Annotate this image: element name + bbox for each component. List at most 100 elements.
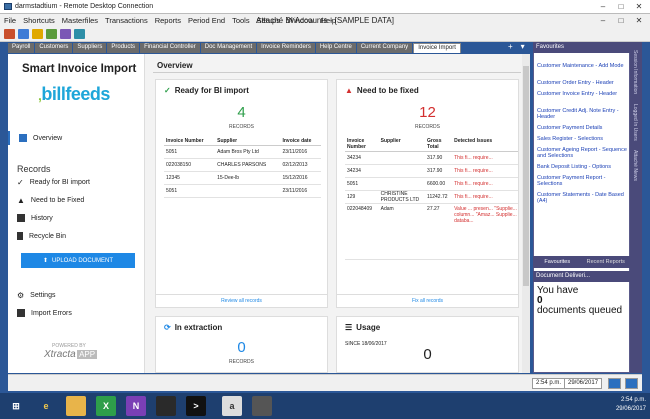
upload-document-button[interactable]: ⬆ UPLOAD DOCUMENT <box>21 253 135 268</box>
app-minimize-button[interactable]: – <box>594 15 612 26</box>
column-header: Supplier <box>378 137 426 152</box>
favourite-item[interactable]: Customer Order Entry - Header <box>537 80 629 86</box>
menu-file[interactable]: File <box>4 16 16 25</box>
menu-help[interactable]: Help <box>321 16 336 25</box>
rdp-close-button[interactable]: ✕ <box>630 1 648 12</box>
tab-help-centre[interactable]: Help Centre <box>315 43 356 53</box>
tab-favourites[interactable]: Favourites <box>533 256 582 268</box>
table-row[interactable]: 34234 317.90 This fi... require... <box>345 164 518 178</box>
fix-all-link[interactable]: Fix all records <box>337 294 518 307</box>
app-icon-6[interactable] <box>156 396 176 416</box>
table-row[interactable]: 022048409 Adam 27.27 Value ... presen... "S… <box>345 203 518 260</box>
logged-in-users-tab[interactable]: Logged In Users <box>632 104 638 141</box>
menu-tools[interactable]: Tools <box>232 16 250 25</box>
table-cell: 022038150 <box>164 158 216 172</box>
rdp-minimize-button[interactable]: – <box>594 1 612 12</box>
attache-icon[interactable]: a <box>222 396 242 416</box>
toolbar-icon-2[interactable] <box>18 29 29 39</box>
table-row[interactable]: 022038150 CHARLES PARSONS 02/12/2013 <box>164 158 321 172</box>
menu-period-end[interactable]: Period End <box>188 16 225 25</box>
fix-count: 12 <box>419 104 436 121</box>
overview-area: Overview ✓ Ready for BI import 4 RECORDS … <box>145 54 530 373</box>
table-cell: 15-Dee-lb <box>215 171 281 185</box>
file-explorer-icon[interactable] <box>66 396 86 416</box>
review-all-link[interactable]: Review all records <box>156 294 327 307</box>
toolbar-icon-5[interactable] <box>60 29 71 39</box>
table-cell: 02/12/2013 <box>280 158 321 172</box>
trash-icon <box>17 232 23 240</box>
extraction-records-label: RECORDS <box>228 359 254 365</box>
table-row[interactable]: 5051 6600.00 This fi... require... <box>345 177 518 191</box>
warning-icon: ▲ <box>17 195 25 205</box>
menu-shortcuts[interactable]: Shortcuts <box>23 16 55 25</box>
favourite-item[interactable]: Customer Maintenance - Add Mode <box>537 63 629 69</box>
table-cell: Value ... presen... "Supplie... column..… <box>452 203 518 260</box>
start-icon[interactable]: ⊞ <box>6 396 26 416</box>
table-cell <box>215 184 281 198</box>
toolbar-icon-6[interactable] <box>74 29 85 39</box>
menu-transactions[interactable]: Transactions <box>105 16 148 25</box>
favourite-item[interactable]: Customer Ageing Report - Sequence and Se… <box>537 147 629 159</box>
table-row[interactable]: 5051 23/11/2016 <box>164 184 321 198</box>
nav-recycle-bin[interactable]: Recycle Bin <box>8 229 145 243</box>
overview-scrollbar[interactable] <box>522 54 530 373</box>
tab-customers[interactable]: Customers <box>35 43 73 53</box>
nav-overview[interactable]: Overview <box>8 131 145 145</box>
attache-news-tab[interactable]: Attaché News <box>632 150 638 181</box>
command-prompt-icon[interactable]: > <box>186 396 206 416</box>
favourite-item[interactable]: Sales Register - Selections <box>537 136 629 142</box>
rdp-maximize-button[interactable]: □ <box>612 1 630 12</box>
billfeeds-logo: ‚billfeeds <box>38 84 110 104</box>
side-strip: Session Information Logged In Users Atta… <box>630 42 642 373</box>
tab-doc-management[interactable]: Doc Management <box>200 43 257 53</box>
nav-settings[interactable]: ⚙ Settings <box>8 288 145 302</box>
tab-recent-reports[interactable]: Recent Reports <box>581 256 630 268</box>
app-maximize-button[interactable]: □ <box>612 15 630 26</box>
table-row[interactable]: 34234 317.90 This fi... require... <box>345 151 518 165</box>
nav-need-to-be-fixed[interactable]: ▲ Need to be Fixed <box>8 193 145 207</box>
add-tab-icon[interactable]: + <box>508 42 513 51</box>
nav-history[interactable]: History <box>8 211 145 225</box>
menu-setups[interactable]: Setups <box>257 16 280 25</box>
menu-masterfiles[interactable]: Masterfiles <box>62 16 98 25</box>
tab-invoice-reminders[interactable]: Invoice Reminders <box>257 43 315 53</box>
tab-menu-icon[interactable]: ▾ <box>521 42 525 51</box>
app-close-button[interactable]: ✕ <box>630 15 648 26</box>
rdp-title: darmstadtium - Remote Desktop Connection <box>15 3 154 10</box>
tab-current-company[interactable]: Current Company <box>356 43 413 53</box>
menu-window[interactable]: Window <box>287 16 314 25</box>
table-cell: 022048409 <box>345 203 379 260</box>
column-header: Detected Issues <box>452 137 518 152</box>
tab-invoice-import[interactable]: Invoice Import <box>413 43 461 53</box>
toolbar-icon-1[interactable] <box>4 29 15 39</box>
status-settings-icon[interactable] <box>608 378 621 389</box>
table-row[interactable]: 12345 15-Dee-lb 15/12/2016 <box>164 171 321 185</box>
favourite-item[interactable]: Customer Payment Report - Selections <box>537 175 629 187</box>
scrollbar-thumb[interactable] <box>523 66 529 286</box>
nav-import-errors[interactable]: Import Errors <box>8 306 145 320</box>
tab-financial-controller[interactable]: Financial Controller <box>140 43 200 53</box>
favourite-item[interactable]: Customer Statements - Date Based (A4) <box>537 192 629 204</box>
onenote-icon[interactable]: N <box>126 396 146 416</box>
table-cell: 34234 <box>345 151 379 165</box>
favourite-item[interactable]: Customer Credit Adj. Note Entry - Header <box>537 108 629 120</box>
excel-icon[interactable]: X <box>96 396 116 416</box>
favourite-item[interactable]: Bank Deposit Listing - Options <box>537 164 629 170</box>
tab-suppliers[interactable]: Suppliers <box>73 43 107 53</box>
tab-products[interactable]: Products <box>107 43 140 53</box>
status-help-icon[interactable] <box>625 378 638 389</box>
menu-reports[interactable]: Reports <box>155 16 181 25</box>
table-row[interactable]: 5051 Adam Bros Pty Ltd 23/11/2016 <box>164 145 321 159</box>
toolbar-icon-4[interactable] <box>46 29 57 39</box>
column-header: Invoice date <box>280 137 321 146</box>
session-information-tab[interactable]: Session Information <box>632 50 638 94</box>
nav-ready-for-import[interactable]: ✓ Ready for BI import <box>8 175 145 189</box>
favourite-item[interactable]: Customer Invoice Entry - Header <box>537 91 629 97</box>
internet-explorer-icon[interactable]: e <box>36 396 56 416</box>
table-cell: 6600.00 <box>425 177 453 191</box>
remote-desktop-taskbar-icon[interactable] <box>252 396 272 416</box>
toolbar-icon-3[interactable] <box>32 29 43 39</box>
favourite-item[interactable]: Customer Payment Details <box>537 125 629 131</box>
tab-payroll[interactable]: Payroll <box>8 43 35 53</box>
table-row[interactable]: 129 CHRISTINE PRODUCTS LTD 11242.72 This fi… <box>345 190 518 204</box>
